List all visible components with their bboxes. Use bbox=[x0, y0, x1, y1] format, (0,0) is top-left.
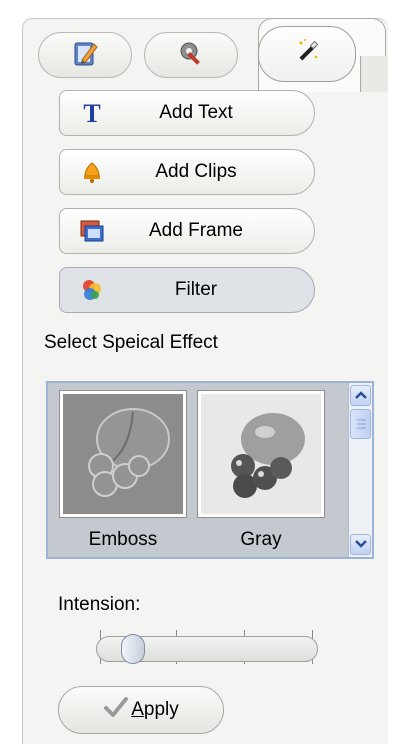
add-clips-button[interactable]: Add Clips bbox=[59, 149, 315, 195]
apply-label: Apply bbox=[131, 699, 179, 721]
apply-label-rest: pply bbox=[143, 699, 179, 720]
add-clips-label: Add Clips bbox=[155, 161, 237, 182]
magic-wand-icon bbox=[292, 37, 322, 72]
color-filter-icon bbox=[76, 274, 108, 306]
chevron-up-icon bbox=[354, 387, 367, 405]
tab-tools[interactable] bbox=[144, 32, 238, 78]
scroll-thumb[interactable] bbox=[350, 409, 371, 439]
effect-thumbnail-emboss[interactable] bbox=[59, 390, 187, 518]
add-text-label: Add Text bbox=[159, 102, 233, 123]
tools-icon bbox=[176, 38, 206, 73]
checkmark-icon bbox=[103, 696, 129, 724]
pencil-edit-icon bbox=[70, 38, 100, 73]
add-frame-label: Add Frame bbox=[149, 220, 243, 241]
effect-label-gray: Gray bbox=[240, 529, 282, 550]
filter-button[interactable]: Filter bbox=[59, 267, 315, 313]
text-t-icon: T bbox=[76, 97, 108, 129]
bell-clips-icon bbox=[76, 156, 108, 188]
intensity-slider-thumb[interactable] bbox=[120, 634, 145, 664]
filter-label: Filter bbox=[174, 279, 218, 300]
add-text-button[interactable]: T Add Text bbox=[59, 90, 315, 136]
intensity-label: Intension: bbox=[58, 594, 141, 615]
scroll-down-button[interactable] bbox=[350, 534, 371, 555]
apply-button[interactable]: Apply bbox=[58, 686, 224, 734]
frame-icon bbox=[76, 215, 108, 247]
svg-text:T: T bbox=[83, 100, 100, 126]
effect-label-emboss: Emboss bbox=[88, 529, 158, 550]
effects-gallery: Emboss Gray bbox=[46, 381, 374, 559]
select-effect-label: Select Speical Effect bbox=[44, 332, 218, 353]
tab-edit[interactable] bbox=[38, 32, 132, 78]
add-frame-button[interactable]: Add Frame bbox=[59, 208, 315, 254]
tab-effects[interactable] bbox=[258, 26, 356, 82]
chevron-down-icon bbox=[354, 536, 367, 554]
tab-strip bbox=[38, 24, 383, 88]
scroll-up-button[interactable] bbox=[350, 385, 371, 406]
apply-label-mnemonic: A bbox=[131, 699, 144, 720]
gallery-scrollbar[interactable] bbox=[348, 383, 372, 557]
effect-thumbnail-gray[interactable] bbox=[197, 390, 325, 518]
